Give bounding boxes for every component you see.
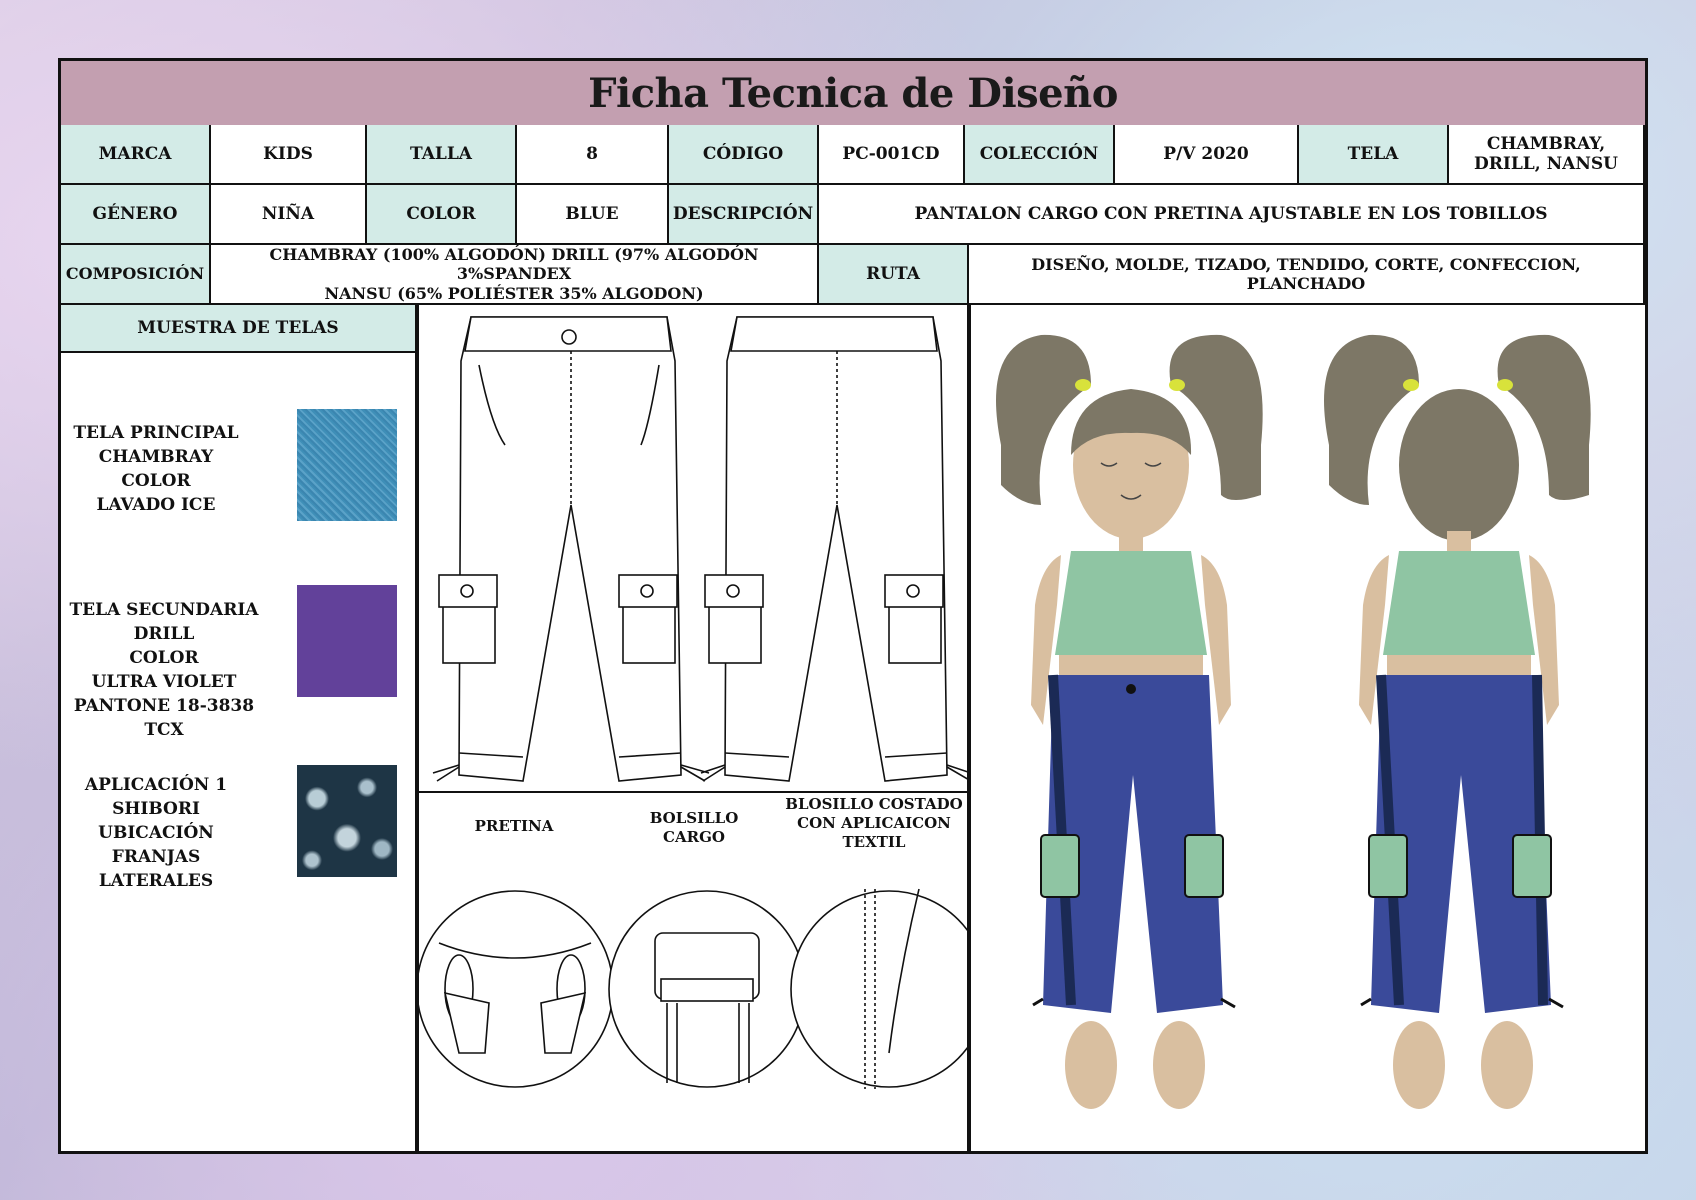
codigo-value: PC-001CD	[819, 125, 965, 185]
fabric-2-line: DRILL	[133, 624, 195, 644]
back-pants	[724, 316, 948, 782]
fabric-2-line: PANTONE 18-3838 TCX	[73, 696, 255, 740]
color-value: BLUE	[517, 185, 669, 245]
bolsillo-label: BOLSILLO CARGO	[629, 809, 759, 847]
marca-label: MARCA	[61, 125, 211, 185]
talla-value: 8	[517, 125, 669, 185]
fabric-1-line: CHAMBRAY	[98, 447, 214, 467]
chambray-swatch	[297, 409, 397, 521]
genero-label: GÉNERO	[61, 185, 211, 245]
fabric-3-line: UBICACIÓN	[98, 823, 214, 843]
tech-sheet: Ficha Tecnica de Diseño MARCA KIDS TALLA…	[58, 58, 1648, 1154]
coleccion-label: COLECCIÓN	[965, 125, 1115, 185]
marca-value: KIDS	[211, 125, 367, 185]
fabric-3-line: SHIBORI	[112, 799, 200, 819]
pants-flat-sketch	[432, 316, 967, 782]
fabric-1-line: LAVADO ICE	[96, 495, 216, 515]
detail-circles	[419, 888, 967, 1089]
costado-line: BLOSILLO COSTADO	[785, 795, 963, 813]
drill-swatch	[297, 585, 397, 697]
shibori-swatch	[297, 765, 397, 877]
fabric-1-line: COLOR	[121, 471, 191, 491]
detail-panel: PRETINA BOLSILLO CARGO BLOSILLO COSTADO …	[417, 791, 969, 1153]
talla-label: TALLA	[367, 125, 517, 185]
front-figure	[996, 334, 1263, 1109]
front-pants	[458, 316, 682, 782]
flat-sketch-panel	[417, 305, 969, 793]
bolsillo-line: BOLSILLO	[649, 809, 739, 827]
composicion-line2: NANSU (65% POLIÉSTER 35% ALGODON)	[324, 283, 704, 303]
costado-line: TEXTIL	[842, 833, 906, 851]
color-label: COLOR	[367, 185, 517, 245]
genero-value: NIÑA	[211, 185, 367, 245]
fabric-3-line: FRANJAS	[111, 847, 201, 867]
fabric-2-line: COLOR	[129, 648, 199, 668]
codigo-label: CÓDIGO	[669, 125, 819, 185]
bolsillo-line: CARGO	[663, 828, 725, 846]
front-button	[561, 329, 577, 345]
tela-value: CHAMBRAY, DRILL, NANSU	[1449, 125, 1645, 185]
coleccion-value: P/V 2020	[1115, 125, 1299, 185]
descripcion-label: DESCRIPCIÓN	[669, 185, 819, 245]
back-figure	[1324, 334, 1591, 1109]
fabric-3-line: APLICACIÓN 1	[84, 775, 228, 795]
composicion-value: CHAMBRAY (100% ALGODÓN) DRILL (97% ALGOD…	[211, 245, 819, 305]
fabric-3-label: APLICACIÓN 1 SHIBORI UBICACIÓN FRANJAS L…	[61, 773, 251, 893]
pretina-label: PRETINA	[474, 817, 554, 835]
fabric-2-label: TELA SECUNDARIA DRILL COLOR ULTRA VIOLET…	[61, 598, 267, 742]
fabric-2-line: TELA SECUNDARIA	[69, 600, 259, 620]
composicion-label: COMPOSICIÓN	[61, 245, 211, 305]
costado-detail	[790, 890, 967, 1088]
fabric-1-label: TELA PRINCIPAL CHAMBRAY COLOR LAVADO ICE	[61, 421, 251, 517]
fabric-2-line: ULTRA VIOLET	[91, 672, 237, 692]
fabric-3-line: LATERALES	[98, 871, 214, 891]
sheet-title: Ficha Tecnica de Diseño	[588, 69, 1118, 117]
fabrics-header: MUESTRA DE TELAS	[61, 305, 417, 353]
fabric-1-line: TELA PRINCIPAL	[73, 423, 239, 443]
descripcion-value: PANTALON CARGO CON PRETINA AJUSTABLE EN …	[819, 185, 1645, 245]
costado-line: CON APLICAICON	[797, 814, 951, 832]
model-illustration	[996, 334, 1591, 1109]
fabrics-panel: TELA PRINCIPAL CHAMBRAY COLOR LAVADO ICE…	[61, 353, 417, 1153]
ruta-label: RUTA	[819, 245, 969, 305]
composicion-line1: CHAMBRAY (100% ALGODÓN) DRILL (97% ALGOD…	[269, 245, 759, 284]
title-bar: Ficha Tecnica de Diseño	[61, 61, 1645, 127]
ruta-value: DISEÑO, MOLDE, TIZADO, TENDIDO, CORTE, C…	[969, 245, 1645, 305]
costado-label: BLOSILLO COSTADO CON APLICAICON TEXTIL	[779, 795, 969, 852]
illustration-panel	[969, 305, 1645, 1153]
tela-label: TELA	[1299, 125, 1449, 185]
